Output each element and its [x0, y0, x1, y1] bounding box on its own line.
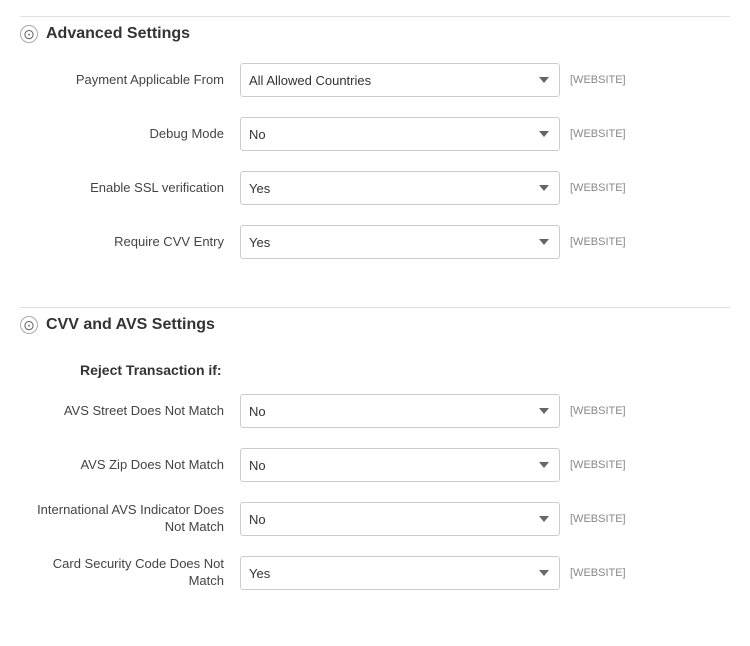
debug-mode-badge: [WEBSITE] [570, 128, 626, 140]
debug-mode-label: Debug Mode [20, 126, 240, 143]
advanced-settings-section: ⊙ Advanced Settings Payment Applicable F… [20, 16, 730, 299]
require-cvv-row: Require CVV Entry Yes No [WEBSITE] [20, 225, 730, 259]
international-avs-label: International AVS Indicator Does Not Mat… [20, 502, 240, 536]
ssl-verification-select[interactable]: Yes No [240, 171, 560, 205]
cvv-avs-section: ⊙ CVV and AVS Settings Reject Transactio… [20, 307, 730, 630]
ssl-verification-badge: [WEBSITE] [570, 182, 626, 194]
payment-applicable-badge: [WEBSITE] [570, 74, 626, 86]
payment-applicable-label: Payment Applicable From [20, 72, 240, 89]
require-cvv-control: Yes No [WEBSITE] [240, 225, 730, 259]
cvv-avs-title: CVV and AVS Settings [46, 316, 215, 334]
advanced-settings-title: Advanced Settings [46, 25, 190, 43]
card-security-row: Card Security Code Does Not Match Yes No… [20, 556, 730, 590]
require-cvv-badge: [WEBSITE] [570, 236, 626, 248]
card-security-label: Card Security Code Does Not Match [20, 556, 240, 590]
avs-zip-select[interactable]: No Yes [240, 448, 560, 482]
avs-street-row: AVS Street Does Not Match No Yes [WEBSIT… [20, 394, 730, 428]
international-avs-badge: [WEBSITE] [570, 513, 626, 525]
cvv-avs-collapse-icon[interactable]: ⊙ [20, 316, 38, 334]
avs-zip-control: No Yes [WEBSITE] [240, 448, 730, 482]
avs-zip-row: AVS Zip Does Not Match No Yes [WEBSITE] [20, 448, 730, 482]
advanced-settings-content: Payment Applicable From All Allowed Coun… [20, 55, 730, 299]
avs-zip-badge: [WEBSITE] [570, 459, 626, 471]
payment-applicable-row: Payment Applicable From All Allowed Coun… [20, 63, 730, 97]
card-security-control: Yes No [WEBSITE] [240, 556, 730, 590]
ssl-verification-control: Yes No [WEBSITE] [240, 171, 730, 205]
reject-transaction-subtitle: Reject Transaction if: [20, 354, 730, 394]
avs-street-label: AVS Street Does Not Match [20, 403, 240, 420]
debug-mode-select[interactable]: No Yes [240, 117, 560, 151]
ssl-verification-row: Enable SSL verification Yes No [WEBSITE] [20, 171, 730, 205]
international-avs-select[interactable]: No Yes [240, 502, 560, 536]
card-security-select[interactable]: Yes No [240, 556, 560, 590]
payment-applicable-control: All Allowed Countries Specific Countries… [240, 63, 730, 97]
avs-street-badge: [WEBSITE] [570, 405, 626, 417]
require-cvv-select[interactable]: Yes No [240, 225, 560, 259]
avs-zip-label: AVS Zip Does Not Match [20, 457, 240, 474]
card-security-badge: [WEBSITE] [570, 567, 626, 579]
advanced-settings-header: ⊙ Advanced Settings [20, 16, 730, 55]
cvv-avs-content: Reject Transaction if: AVS Street Does N… [20, 346, 730, 630]
cvv-avs-header: ⊙ CVV and AVS Settings [20, 307, 730, 346]
ssl-verification-label: Enable SSL verification [20, 180, 240, 197]
advanced-collapse-icon[interactable]: ⊙ [20, 25, 38, 43]
debug-mode-control: No Yes [WEBSITE] [240, 117, 730, 151]
require-cvv-label: Require CVV Entry [20, 234, 240, 251]
international-avs-row: International AVS Indicator Does Not Mat… [20, 502, 730, 536]
avs-street-select[interactable]: No Yes [240, 394, 560, 428]
debug-mode-row: Debug Mode No Yes [WEBSITE] [20, 117, 730, 151]
international-avs-control: No Yes [WEBSITE] [240, 502, 730, 536]
avs-street-control: No Yes [WEBSITE] [240, 394, 730, 428]
payment-applicable-select[interactable]: All Allowed Countries Specific Countries [240, 63, 560, 97]
